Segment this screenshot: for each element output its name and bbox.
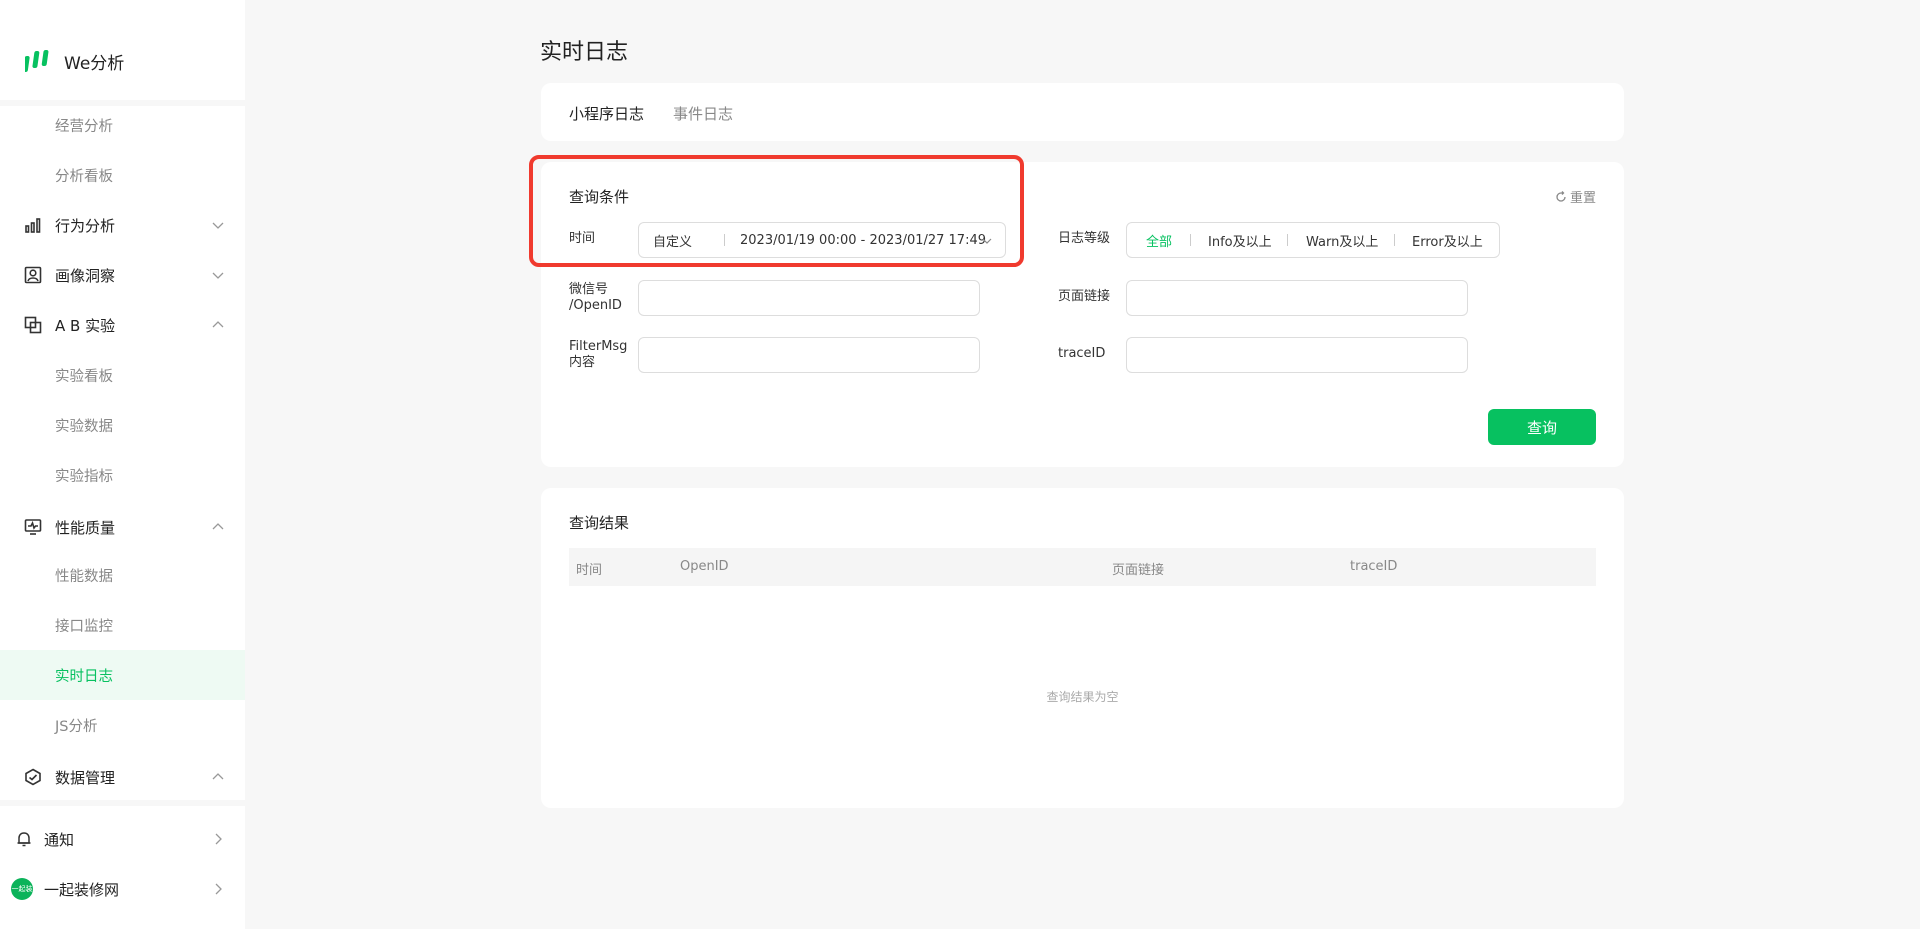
notification-item[interactable]: 通知: [0, 814, 245, 864]
sidebar-item-api-monitor[interactable]: 接口监控: [0, 600, 245, 650]
page-title: 实时日志: [540, 40, 629, 65]
wechat-openid-input[interactable]: [638, 280, 980, 316]
column-header-traceid: traceID: [1350, 559, 1398, 574]
time-label: 时间: [569, 231, 596, 246]
results-title: 查询结果: [569, 514, 630, 532]
tab-event-log[interactable]: 事件日志: [673, 103, 733, 124]
time-range-picker[interactable]: 自定义 2023/01/19 00:00 - 2023/01/27 17:49: [638, 222, 1006, 258]
page-link-label: 页面链接: [1058, 289, 1111, 304]
empty-state: 查询结果为空: [1046, 690, 1119, 704]
chevron-down-icon: [212, 272, 224, 279]
sidebar-item-realtime-log[interactable]: 实时日志: [0, 650, 245, 700]
sidebar-nav[interactable]: 经营分析 分析看板 行为分析 画像洞察 A B 实验 实验看板 实验数据 实验指…: [0, 106, 245, 800]
page-link-input[interactable]: [1126, 280, 1468, 316]
query-button[interactable]: 查询: [1488, 409, 1596, 445]
ab-test-icon: [24, 316, 42, 334]
sidebar-footer: 通知 一起装修 一起装修网: [0, 806, 245, 929]
reset-button[interactable]: 重置: [1555, 187, 1596, 206]
column-header-time: 时间: [576, 563, 603, 578]
column-header-page-link: 页面链接: [1112, 563, 1165, 578]
filtermsg-input[interactable]: [638, 337, 980, 373]
chevron-up-icon: [212, 321, 224, 328]
sidebar-item-business-analysis[interactable]: 经营分析: [0, 106, 245, 150]
sidebar-item-experiment-data[interactable]: 实验数据: [0, 400, 245, 450]
data-management-icon: [25, 768, 41, 786]
time-mode-select[interactable]: 自定义: [653, 231, 692, 250]
tab-miniprogram-log[interactable]: 小程序日志: [569, 103, 644, 124]
sidebar-item-label: 实验看板: [55, 368, 113, 385]
divider: [724, 234, 725, 246]
sidebar-item-behavior-analysis[interactable]: 行为分析: [0, 200, 245, 250]
chevron-down-icon: [982, 238, 992, 244]
notification-label: 通知: [44, 830, 75, 849]
account-name: 一起装修网: [44, 880, 120, 899]
reset-label: 重置: [1569, 191, 1596, 206]
time-range-value: 2023/01/19 00:00 - 2023/01/27 17:49: [740, 232, 987, 248]
log-level-selector: 全部 Info及以上 Warn及以上 Error及以上: [1126, 222, 1500, 258]
sidebar-item-persona-insight[interactable]: 画像洞察: [0, 250, 245, 300]
monitor-icon: [24, 519, 42, 535]
sidebar-item-js-analysis[interactable]: JS分析: [0, 700, 245, 750]
avatar: 一起装修: [11, 878, 33, 915]
chevron-up-icon: [212, 773, 224, 780]
column-header-openid: OpenID: [680, 559, 729, 574]
sidebar-item-label: 实验指标: [55, 468, 113, 485]
divider: [1287, 234, 1288, 246]
wechat-openid-label: 微信号 /OpenID: [569, 282, 622, 313]
chevron-up-icon: [212, 523, 224, 530]
brand-name: We分析: [64, 54, 125, 74]
chevron-down-icon: [212, 222, 224, 229]
query-conditions-card: 查询条件 重置 时间 自定义 2023/01/19 00:00 - 2023/0…: [541, 162, 1624, 467]
bar-chart-icon: [25, 218, 41, 233]
sidebar-item-label: 经营分析: [55, 118, 113, 135]
log-type-tabs: 小程序日志 事件日志: [541, 83, 1624, 141]
user-profile-icon: [24, 266, 42, 284]
level-info[interactable]: Info及以上: [1208, 231, 1272, 250]
sidebar-item-label: 接口监控: [55, 618, 113, 635]
sidebar-item-label: 实验数据: [55, 418, 113, 435]
sidebar-item-label: 性能质量: [55, 518, 116, 537]
brand: We分析: [0, 0, 245, 100]
sidebar-item-data-management[interactable]: 数据管理: [0, 752, 245, 800]
filtermsg-label: FilterMsg 内容: [569, 339, 628, 370]
divider: [1190, 234, 1191, 246]
chevron-right-icon: [215, 883, 222, 895]
logo-icon: [25, 50, 49, 72]
sidebar-item-analysis-board[interactable]: 分析看板: [0, 150, 245, 200]
conditions-title: 查询条件: [569, 188, 630, 206]
chevron-right-icon: [215, 833, 222, 845]
sidebar-item-label: 画像洞察: [55, 266, 116, 285]
bell-icon: [17, 832, 31, 847]
account-item[interactable]: 一起装修 一起装修网: [0, 864, 245, 915]
sidebar-item-label: 行为分析: [55, 216, 116, 235]
traceid-label: traceID: [1058, 346, 1106, 361]
level-warn[interactable]: Warn及以上: [1306, 231, 1378, 250]
level-all[interactable]: 全部: [1146, 231, 1172, 250]
divider: [1394, 234, 1395, 246]
sidebar-item-label: JS分析: [55, 718, 98, 735]
query-results-card: 查询结果 时间 OpenID 页面链接 traceID 查询结果为空: [541, 488, 1624, 808]
sidebar-item-label: 分析看板: [55, 168, 113, 185]
sidebar: We分析 经营分析 分析看板 行为分析 画像洞察 A B 实验 实验看板 实验数…: [0, 0, 245, 929]
sidebar-item-label: 性能数据: [55, 568, 113, 585]
level-error[interactable]: Error及以上: [1412, 231, 1483, 250]
sidebar-item-label: 实时日志: [55, 668, 113, 685]
results-table-header: 时间 OpenID 页面链接 traceID: [569, 548, 1596, 586]
traceid-input[interactable]: [1126, 337, 1468, 373]
log-level-label: 日志等级: [1058, 231, 1111, 246]
sidebar-item-ab-test[interactable]: A B 实验: [0, 300, 245, 350]
sidebar-item-label: A B 实验: [55, 316, 116, 335]
sidebar-item-performance-data[interactable]: 性能数据: [0, 550, 245, 600]
sidebar-item-experiment-metrics[interactable]: 实验指标: [0, 450, 245, 500]
sidebar-item-performance-quality[interactable]: 性能质量: [0, 502, 245, 552]
refresh-icon: [1556, 190, 1566, 202]
sidebar-item-experiment-board[interactable]: 实验看板: [0, 350, 245, 400]
sidebar-item-label: 数据管理: [55, 768, 116, 787]
